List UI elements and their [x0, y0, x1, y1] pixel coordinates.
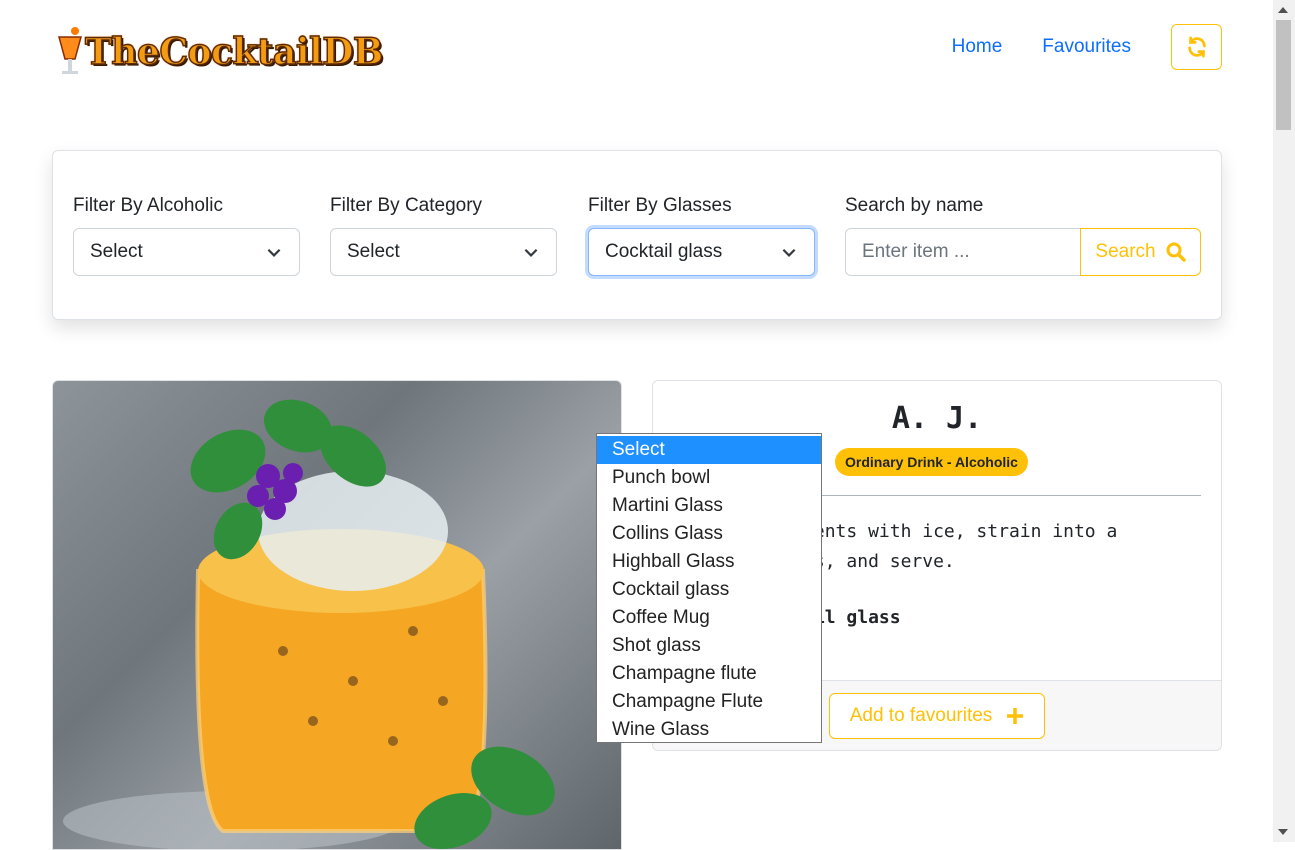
filter-alcoholic-label: Filter By Alcoholic: [73, 195, 223, 216]
nav-home-link[interactable]: Home: [952, 36, 1003, 58]
filter-alcoholic-value: Select: [90, 241, 143, 262]
chevron-down-icon: [267, 248, 281, 257]
filter-glasses-value: Cocktail glass: [605, 241, 723, 262]
filter-panel: Filter By Alcoholic Select Filter By Cat…: [52, 150, 1222, 320]
logo[interactable]: TheCocktailDB: [55, 24, 425, 80]
scrollbar-thumb[interactable]: [1276, 20, 1291, 130]
top-nav: Home Favourites: [952, 24, 1222, 70]
add-to-favourites-button[interactable]: Add to favourites: [829, 693, 1045, 739]
filter-category-label: Filter By Category: [330, 195, 483, 216]
filter-glasses-group: Filter By Glasses Cocktail glass: [588, 195, 815, 276]
refresh-icon: [1187, 36, 1206, 58]
dropdown-option[interactable]: Collins Glass: [597, 520, 821, 548]
chevron-down-icon: [782, 248, 796, 257]
filter-glasses-select[interactable]: Cocktail glass: [588, 228, 815, 276]
chevron-down-icon: [524, 248, 538, 257]
dropdown-option[interactable]: Wine Glass: [597, 716, 821, 744]
filter-alcoholic-select[interactable]: Select: [73, 228, 300, 276]
dropdown-option[interactable]: Coffee Mug: [597, 604, 821, 632]
glass-dropdown-list: Select Punch bowl Martini Glass Collins …: [596, 433, 822, 743]
dropdown-option[interactable]: Highball Glass: [597, 548, 821, 576]
search-label: Search by name: [845, 195, 984, 216]
scroll-down-arrow-icon[interactable]: [1278, 829, 1288, 835]
dropdown-option[interactable]: Champagne flute: [597, 660, 821, 688]
dropdown-option[interactable]: Punch bowl: [597, 464, 821, 492]
dropdown-option[interactable]: Martini Glass: [597, 492, 821, 520]
filter-glasses-label: Filter By Glasses: [588, 195, 732, 216]
search-group: Search by name Enter item ... Search: [845, 195, 1201, 276]
add-to-favourites-label: Add to favourites: [849, 705, 993, 726]
logo-text: TheCocktailDB: [84, 30, 384, 73]
search-bar: Enter item ... Search: [845, 228, 1201, 276]
dropdown-option[interactable]: Cocktail glass: [597, 576, 821, 604]
category-badge: Ordinary Drink - Alcoholic: [835, 448, 1028, 476]
nav-favourites-link[interactable]: Favourites: [1042, 36, 1131, 58]
search-button-label: Search: [1095, 241, 1156, 262]
drink-name: A. J.: [891, 401, 983, 436]
search-button[interactable]: Search: [1080, 228, 1201, 276]
refresh-button[interactable]: [1171, 24, 1222, 70]
cocktail-glass-icon: [58, 27, 82, 74]
filter-category-value: Select: [347, 241, 400, 262]
drink-photo-illustration: [63, 399, 555, 849]
plus-icon: [1007, 708, 1024, 724]
search-input[interactable]: Enter item ...: [845, 228, 1080, 276]
filter-alcoholic-group: Filter By Alcoholic Select: [73, 195, 300, 276]
drink-image: [52, 380, 622, 850]
search-icon: [1166, 242, 1186, 262]
filter-category-select[interactable]: Select: [330, 228, 557, 276]
page-scrollbar[interactable]: [1273, 0, 1295, 842]
dropdown-option[interactable]: Shot glass: [597, 632, 821, 660]
dropdown-option[interactable]: Select: [597, 436, 821, 464]
dropdown-option[interactable]: Champagne Flute: [597, 688, 821, 716]
filter-category-group: Filter By Category Select: [330, 195, 557, 276]
scroll-up-arrow-icon[interactable]: [1278, 7, 1288, 13]
